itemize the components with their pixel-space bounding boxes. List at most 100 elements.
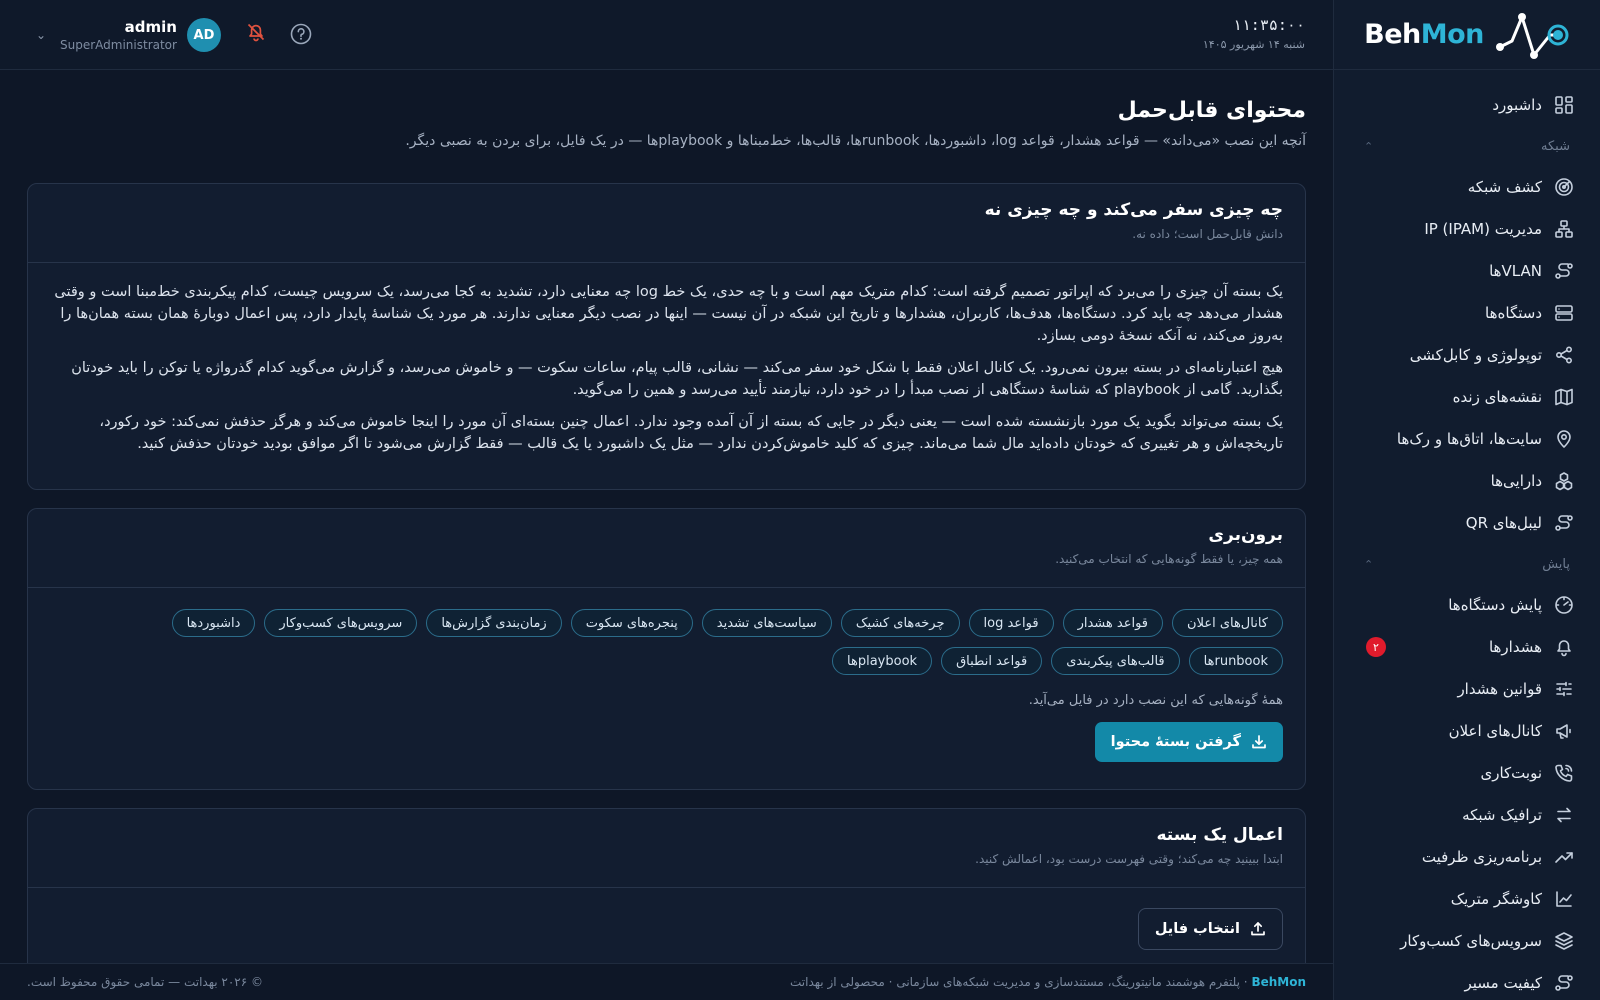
button-label: گرفتن بستهٔ محتوا bbox=[1110, 734, 1241, 750]
content-type-chip[interactable]: playbookها bbox=[832, 647, 933, 675]
sidebar-monitor-item[interactable]: نوبت‌کاری bbox=[1334, 752, 1600, 794]
card-header: برون‌بری همه چیز، یا فقط گونه‌هایی که ان… bbox=[28, 509, 1305, 588]
footer-info: BehMon · پلتفرم هوشمند مانیتورینگ، مستند… bbox=[790, 975, 1306, 989]
content-type-chip[interactable]: قالب‌های پیکربندی bbox=[1051, 647, 1180, 675]
sidebar-monitor-item[interactable]: ترافیک شبکه bbox=[1334, 794, 1600, 836]
radar-icon bbox=[1554, 177, 1574, 197]
trend-icon bbox=[1554, 847, 1574, 867]
sliders-icon bbox=[1554, 679, 1574, 699]
content-type-chip[interactable]: runbookها bbox=[1188, 647, 1283, 675]
sidebar-monitor-item[interactable]: قوانین هشدار bbox=[1334, 668, 1600, 710]
sidebar-item-label: سرویس‌های کسب‌وکار bbox=[1400, 932, 1542, 950]
sidebar-item-label: پایش دستگاه‌ها bbox=[1448, 596, 1542, 614]
sidebar-monitor-item[interactable]: کانال‌های اعلان bbox=[1334, 710, 1600, 752]
sidebar-network-item[interactable]: دارایی‌ها bbox=[1334, 460, 1600, 502]
footer-copyright: © ۲۰۲۶ بهداتت — تمامی حقوق محفوظ است. bbox=[27, 975, 264, 989]
sidebar-item-label: کانال‌های اعلان bbox=[1448, 722, 1542, 740]
sidebar-item-label: هشدارها bbox=[1488, 638, 1542, 656]
boxes-icon bbox=[1554, 471, 1574, 491]
download-icon bbox=[1252, 735, 1266, 749]
layers-icon bbox=[1554, 931, 1574, 951]
sidebar-monitor-item[interactable]: کیفیت مسیر bbox=[1334, 962, 1600, 1000]
mute-notifications-button[interactable] bbox=[244, 20, 268, 44]
help-button[interactable] bbox=[289, 22, 313, 46]
card-subtitle: دانش قابل‌حمل است؛ داده نه. bbox=[1132, 227, 1283, 241]
avatar[interactable]: AD bbox=[186, 18, 221, 52]
sidebar-item-label: VLANها bbox=[1489, 262, 1542, 280]
page-title: محتوای قابل‌حمل bbox=[1117, 98, 1306, 123]
content-type-chip[interactable]: سرویس‌های کسب‌وکار bbox=[264, 609, 418, 637]
share-icon bbox=[1554, 345, 1574, 365]
info-paragraph: هیچ اعتبارنامه‌ای در بسته بیرون نمی‌رود.… bbox=[71, 360, 1283, 398]
content-type-chip[interactable]: پنجره‌های سکوت bbox=[570, 609, 693, 637]
arrows-icon bbox=[1554, 805, 1574, 825]
sidebar-monitor-item[interactable]: سرویس‌های کسب‌وکار bbox=[1334, 920, 1600, 962]
sidebar-monitor-item[interactable]: پایش دستگاه‌ها bbox=[1334, 584, 1600, 626]
content-type-chips: کانال‌های اعلان قواعد هشدار قواعد log چرخه‌… bbox=[103, 609, 1283, 675]
sidebar-item-dashboard[interactable]: داشبورد bbox=[1334, 84, 1600, 126]
sidebar-item-label: سایت‌ها، اتاق‌ها و رک‌ها bbox=[1396, 430, 1542, 448]
footer-brand: BehMon bbox=[1251, 975, 1306, 989]
card-body: انتخاب فایل bbox=[28, 888, 1305, 963]
server-icon bbox=[1554, 303, 1574, 323]
alert-count-badge: ۲ bbox=[1366, 637, 1386, 657]
content-type-chip[interactable]: سیاست‌های تشدید bbox=[701, 609, 832, 637]
bell-off-icon bbox=[247, 23, 265, 42]
chevron-up-icon: ⌃ bbox=[1364, 557, 1374, 571]
sidebar-item-label: دستگاه‌ها bbox=[1485, 304, 1542, 322]
sidebar-section-network[interactable]: شبکه ⌃ bbox=[1334, 126, 1600, 166]
sidebar-item-label: ترافیک شبکه bbox=[1462, 806, 1542, 824]
download-bundle-button[interactable]: گرفتن بستهٔ محتوا bbox=[1094, 722, 1283, 762]
route-icon bbox=[1554, 261, 1574, 281]
content-type-chip[interactable]: قواعد انطباق bbox=[941, 647, 1043, 675]
dashboard-grid-icon bbox=[1554, 95, 1574, 115]
sidebar-network-item[interactable]: لیبل‌های QR bbox=[1334, 502, 1600, 544]
sidebar-network-item[interactable]: کشف شبکه bbox=[1334, 166, 1600, 208]
content-type-chip[interactable]: قواعد log bbox=[968, 609, 1054, 637]
sidebar: BehMon داشبورد شبکه ⌃ کشف شبکه مدیریت IP … bbox=[1333, 0, 1600, 1000]
chevron-up-icon: ⌃ bbox=[1364, 139, 1374, 153]
chevron-down-icon: ⌄ bbox=[36, 28, 47, 42]
sidebar-monitor-item[interactable]: کاوشگر متریک bbox=[1334, 878, 1600, 920]
sidebar-network-item[interactable]: سایت‌ها، اتاق‌ها و رک‌ها bbox=[1334, 418, 1600, 460]
button-label: انتخاب فایل bbox=[1154, 921, 1240, 937]
content-type-chip[interactable]: زمان‌بندی گزارش‌ها bbox=[426, 609, 562, 637]
pin-icon bbox=[1554, 429, 1574, 449]
separator-dot: · bbox=[884, 975, 893, 989]
card-header: اعمال یک بسته ابتدا ببینید چه می‌کند؛ وق… bbox=[28, 809, 1305, 888]
sidebar-monitor-item[interactable]: هشدارها ۲ bbox=[1334, 626, 1600, 668]
choose-file-button[interactable]: انتخاب فایل bbox=[1137, 908, 1283, 950]
sidebar-network-item[interactable]: VLANها bbox=[1334, 250, 1600, 292]
current-date: شنبه ۱۴ شهریور ۱۴۰۵ bbox=[1202, 38, 1305, 51]
sidebar-item-label: برنامه‌ریزی ظرفیت bbox=[1421, 848, 1542, 866]
user-info: admin SuperAdministrator bbox=[60, 18, 177, 52]
help-icon bbox=[290, 23, 312, 45]
footer: BehMon · پلتفرم هوشمند مانیتورینگ، مستند… bbox=[0, 963, 1333, 1000]
footer-tagline: پلتفرم هوشمند مانیتورینگ، مستندسازی و مد… bbox=[896, 975, 1240, 989]
sidebar-monitor-item[interactable]: برنامه‌ریزی ظرفیت bbox=[1334, 836, 1600, 878]
clock: ۱۱:۳۵:۰۰ شنبه ۱۴ شهریور ۱۴۰۵ bbox=[1203, 16, 1305, 51]
sidebar-network-item[interactable]: نقشه‌های زنده bbox=[1334, 376, 1600, 418]
card-header: چه چیزی سفر می‌کند و چه چیزی نه دانش قاب… bbox=[28, 184, 1305, 263]
brand-logo[interactable]: BehMon bbox=[1334, 0, 1600, 70]
user-role: SuperAdministrator bbox=[60, 38, 177, 52]
content-type-chip[interactable]: کانال‌های اعلان bbox=[1172, 609, 1283, 637]
sidebar-item-label: مدیریت IP (IPAM) bbox=[1424, 220, 1542, 238]
content-type-chip[interactable]: چرخه‌های کشیک bbox=[840, 609, 960, 637]
sidebar-section-monitor[interactable]: پایش ⌃ bbox=[1334, 544, 1600, 584]
sidebar-network-item[interactable]: توپولوژی و کابل‌کشی bbox=[1334, 334, 1600, 376]
user-menu[interactable]: ⌄ admin SuperAdministrator AD bbox=[36, 14, 221, 56]
phone-icon bbox=[1554, 763, 1574, 783]
card-subtitle: همه چیز، یا فقط گونه‌هایی که انتخاب می‌ک… bbox=[1055, 552, 1283, 566]
card-title: برون‌بری bbox=[1208, 525, 1283, 545]
apply-bundle-card: اعمال یک بسته ابتدا ببینید چه می‌کند؛ وق… bbox=[27, 808, 1306, 963]
content-type-chip[interactable]: داشبوردها bbox=[171, 609, 256, 637]
brand-name: BehMon bbox=[1364, 19, 1484, 50]
sidebar-network-item[interactable]: مدیریت IP (IPAM) bbox=[1334, 208, 1600, 250]
section-label: پایش bbox=[1542, 556, 1570, 572]
info-paragraph: یک بسته می‌تواند بگوید یک مورد بازنشسته … bbox=[99, 414, 1283, 452]
sidebar-network-item[interactable]: دستگاه‌ها bbox=[1334, 292, 1600, 334]
content-type-chip[interactable]: قواعد هشدار bbox=[1062, 609, 1164, 637]
card-title: چه چیزی سفر می‌کند و چه چیزی نه bbox=[984, 200, 1283, 220]
card-body: یک بسته آن چیزی را می‌برد که اپراتور تصم… bbox=[28, 263, 1305, 481]
